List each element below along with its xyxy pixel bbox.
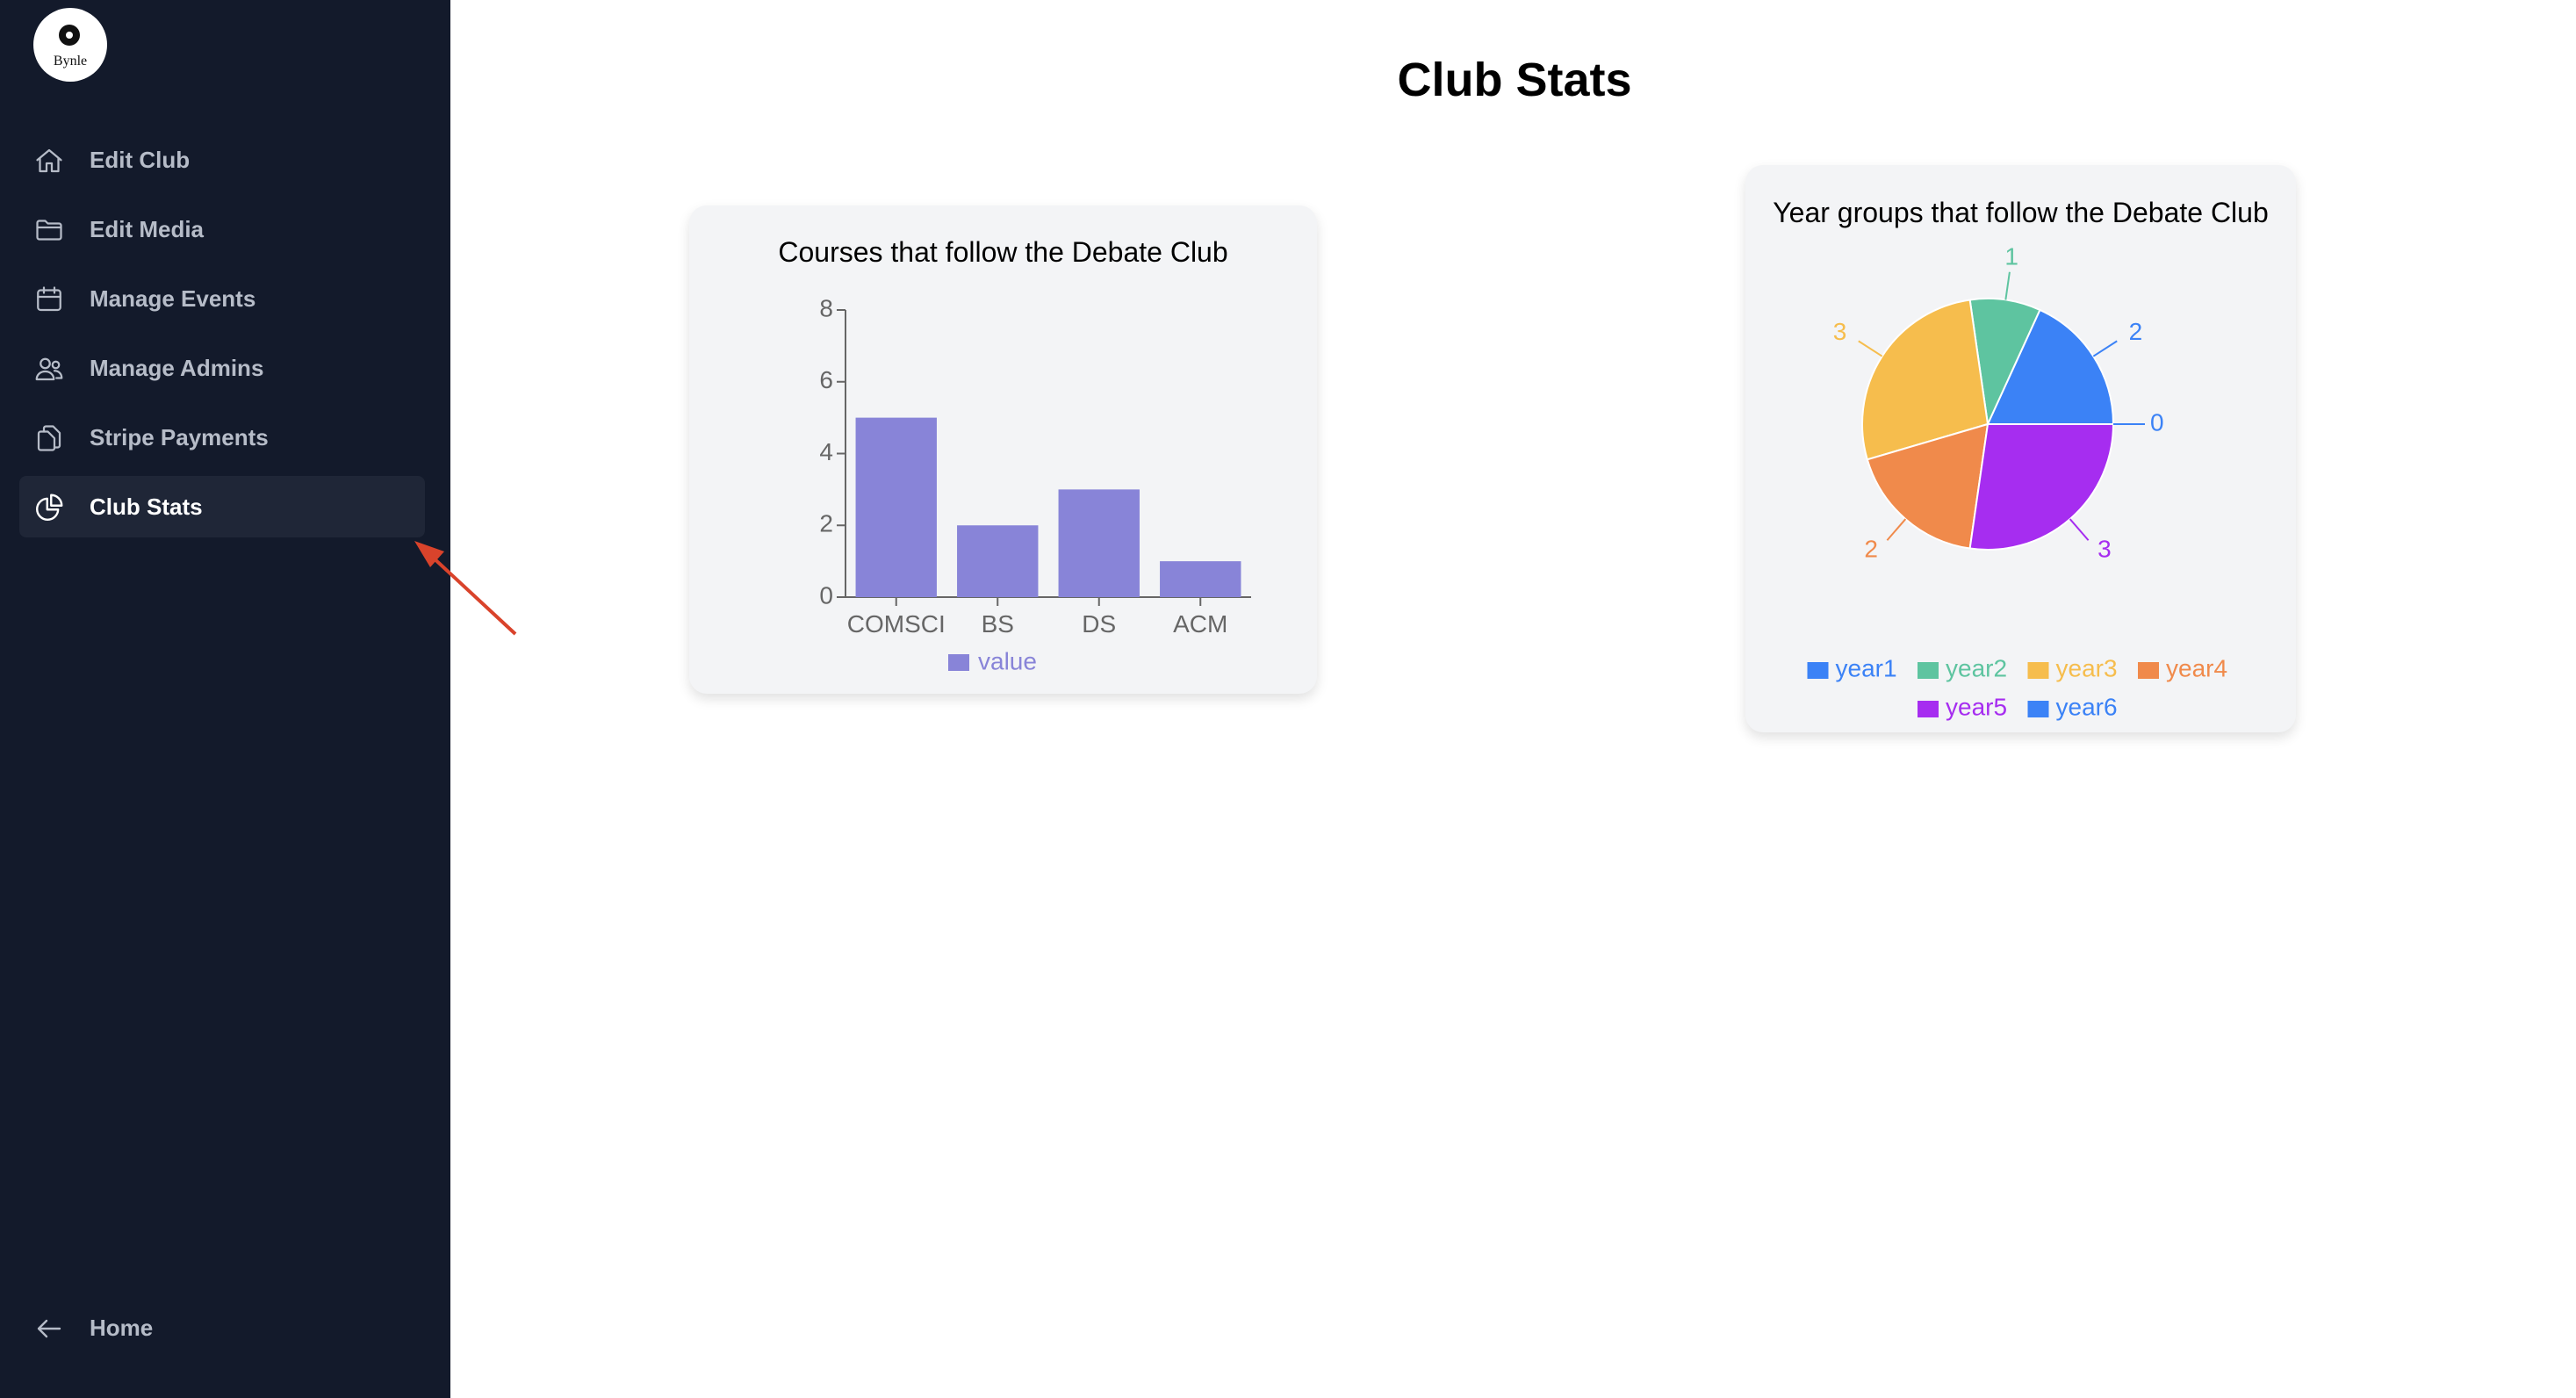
legend-swatch-value [948, 654, 969, 671]
pie-value-label: 2 [2129, 318, 2143, 345]
y-tick-label: 0 [819, 581, 833, 609]
legend-label-year4: year4 [2166, 654, 2227, 681]
sidebar-item-club-stats[interactable]: Club Stats [19, 476, 425, 537]
legend-label-value: value [978, 647, 1037, 674]
legend-label-year3: year3 [2056, 654, 2118, 681]
sidebar-item-label: Manage Events [90, 285, 256, 312]
pie-label-line [1886, 518, 1907, 541]
y-tick-label: 2 [819, 510, 833, 537]
pie-value-label: 3 [2097, 536, 2112, 563]
logo-text: Bynle [53, 54, 88, 68]
legend-swatch-year5 [1918, 701, 1939, 717]
pie-value-label: 0 [2150, 408, 2164, 436]
x-tick-label: COMSCI [847, 610, 946, 638]
folder-icon [33, 214, 65, 246]
legend-swatch-year6 [2027, 701, 2049, 717]
bar-bs [957, 525, 1039, 597]
legend-label-year5: year5 [1946, 693, 2007, 720]
pie-chart-icon [33, 492, 65, 523]
home-icon [33, 145, 65, 177]
bar-chart: 0 2 4 6 8 COMSCI BS DS ACM value [819, 294, 1251, 674]
pie-chart-card: Year groups that follow the Debate Club … [1745, 165, 2296, 732]
bar-comsci [855, 417, 937, 597]
legend-swatch-year2 [1918, 662, 1939, 679]
x-tick-label: ACM [1173, 610, 1227, 638]
bar-ds [1058, 489, 1140, 597]
sidebar-item-home[interactable]: Home [19, 1297, 425, 1358]
pie-label-line [1858, 340, 1883, 357]
sidebar: Bynle Edit Club Edit Media Manage Events… [0, 0, 450, 1398]
sidebar-item-label: Manage Admins [90, 355, 264, 381]
club-logo[interactable]: Bynle [33, 8, 107, 82]
logo-mark-icon [59, 25, 80, 46]
legend-label-year1: year1 [1836, 654, 1897, 681]
y-tick-label: 6 [819, 366, 833, 393]
pie-chart: 2 1 3 2 3 0 year1 year2 year3 year4 year5 year6 [1807, 242, 2227, 720]
pie-slice-year5 [1968, 423, 2115, 551]
sidebar-item-label: Edit Media [90, 216, 205, 242]
sidebar-item-label: Club Stats [90, 494, 203, 520]
sidebar-item-edit-media[interactable]: Edit Media [19, 198, 425, 260]
pie-label-line [2092, 340, 2118, 357]
sidebar-item-label: Stripe Payments [90, 424, 269, 450]
calendar-icon [33, 284, 65, 315]
sidebar-item-manage-events[interactable]: Manage Events [19, 268, 425, 329]
documents-icon [33, 422, 65, 454]
users-icon [33, 353, 65, 385]
x-tick-label: DS [1082, 610, 1116, 638]
arrow-left-icon [33, 1313, 65, 1344]
pie-value-label: 1 [2004, 242, 2018, 270]
pie-label-line [2004, 271, 2011, 300]
x-tick-label: BS [982, 610, 1014, 638]
legend-label-year2: year2 [1946, 654, 2007, 681]
sidebar-item-edit-club[interactable]: Edit Club [19, 129, 425, 191]
pie-value-label: 3 [1833, 318, 1847, 345]
y-tick-label: 8 [819, 294, 833, 321]
sidebar-item-stripe-payments[interactable]: Stripe Payments [19, 407, 425, 468]
sidebar-item-label: Home [90, 1315, 154, 1341]
legend-swatch-year1 [1807, 662, 1829, 679]
pie-value-label: 2 [1864, 536, 1878, 563]
bar-acm [1160, 561, 1241, 597]
sidebar-item-label: Edit Club [90, 147, 191, 173]
bar-chart-card: Courses that follow the Debate Club 0246… [689, 205, 1317, 694]
y-tick-label: 4 [819, 438, 833, 465]
legend-swatch-year3 [2027, 662, 2049, 679]
page-title: Club Stats [1397, 54, 1632, 106]
pie-label-line [2069, 518, 2090, 541]
sidebar-item-manage-admins[interactable]: Manage Admins [19, 337, 425, 399]
legend-label-year6: year6 [2056, 693, 2118, 720]
legend-swatch-year4 [2138, 662, 2159, 679]
